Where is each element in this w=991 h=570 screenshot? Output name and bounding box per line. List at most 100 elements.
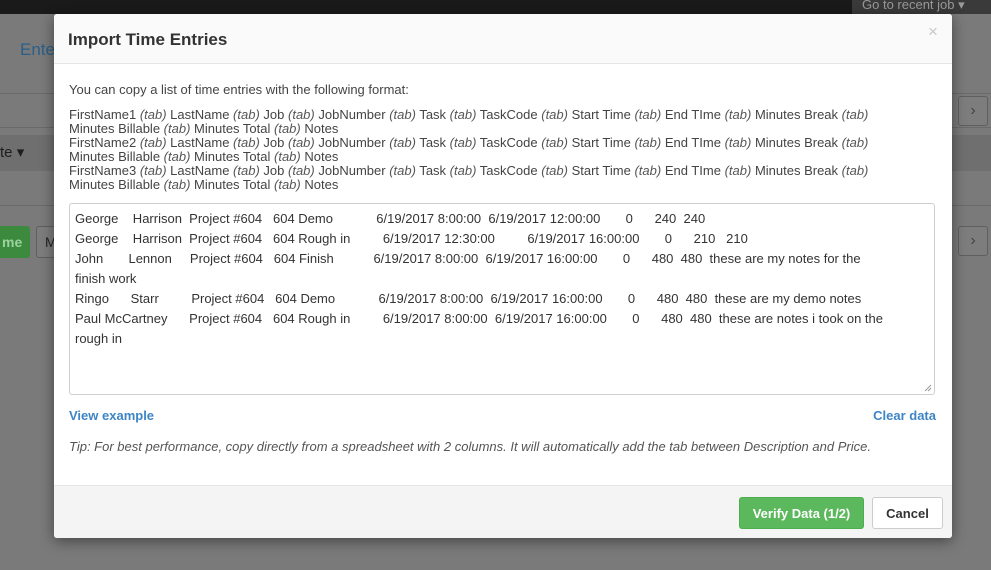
format-tab-marker: (tab) [288,135,315,150]
time-entry-line: Paul McCartney Project #604 604 Rough in… [75,311,883,326]
time-entry-line: George Harrison Project #604 604 Demo 6/… [75,211,706,226]
format-field: FirstName2 [69,135,137,150]
clear-data-link[interactable]: Clear data [873,408,936,423]
format-field: Minutes Total [194,177,271,192]
format-field: Notes [304,121,339,136]
format-tab-marker: (tab) [634,107,662,122]
format-tab-marker: (tab) [634,163,662,178]
verify-data-button[interactable]: Verify Data (1/2) [739,497,864,529]
format-tab-marker: (tab) [449,107,477,122]
format-line: Minutes Billable (tab) Minutes Total (ta… [69,122,939,136]
format-field: TaskCode [479,135,538,150]
format-line: Minutes Billable (tab) Minutes Total (ta… [69,178,939,192]
format-tab-marker: (tab) [724,107,752,122]
chevron-right-icon[interactable]: › [958,226,988,256]
format-field: Start Time [571,107,631,122]
format-tab-marker: (tab) [274,121,301,136]
format-tab-marker: (tab) [288,107,315,122]
format-field: Task [419,107,447,122]
format-field: Start Time [571,163,631,178]
filter-select[interactable]: te ▾ [0,140,30,166]
format-field: Minutes Break [754,135,839,150]
format-tab-marker: (tab) [139,163,167,178]
resize-handle-icon[interactable] [924,384,932,392]
format-field: Minutes Billable [69,177,161,192]
modal-footer: Verify Data (1/2) Cancel [54,485,952,538]
modal-title: Import Time Entries [68,30,228,49]
format-tab-marker: (tab) [139,107,167,122]
time-entries-textarea[interactable]: George Harrison Project #604 604 Demo 6/… [69,203,935,395]
chevron-down-icon: ▾ [16,144,25,161]
format-field: Notes [304,177,339,192]
format-field: JobNumber [318,107,386,122]
time-entries-content: George Harrison Project #604 604 Demo 6/… [70,204,934,354]
format-tab-marker: (tab) [449,163,477,178]
format-field: LastName [170,135,230,150]
format-field: End TIme [664,107,721,122]
format-field: JobNumber [318,135,386,150]
format-line: FirstName3 (tab) LastName (tab) Job (tab… [69,164,939,178]
time-entry-line: Ringo Starr Project #604 604 Demo 6/19/2… [75,291,862,306]
format-tab-marker: (tab) [274,177,301,192]
format-tab-marker: (tab) [163,149,191,164]
format-field: Minutes Total [194,149,271,164]
format-field: TaskCode [479,107,538,122]
format-field: End TIme [664,135,721,150]
format-tab-marker: (tab) [274,149,301,164]
time-entry-line: George Harrison Project #604 604 Rough i… [75,231,748,246]
time-entry-line: John Lennon Project #604 604 Finish 6/19… [75,251,861,266]
format-tab-marker: (tab) [389,107,416,122]
format-tab-marker: (tab) [541,135,568,150]
format-tab-marker: (tab) [634,135,662,150]
format-tab-marker: (tab) [389,163,416,178]
format-field: Job [263,107,285,122]
format-tab-marker: (tab) [541,107,568,122]
recent-job-button[interactable]: Go to recent job ▾ [852,0,991,14]
format-field: Job [263,163,285,178]
format-field: Start Time [571,135,631,150]
format-field: LastName [170,107,230,122]
format-tab-marker: (tab) [389,135,416,150]
page-title: Ente [20,40,55,59]
format-field: Job [263,135,285,150]
format-field: TaskCode [479,163,538,178]
format-field: LastName [170,163,230,178]
format-tab-marker: (tab) [724,135,752,150]
time-button[interactable]: me [0,226,30,258]
view-example-link[interactable]: View example [69,408,154,423]
format-tab-marker: (tab) [163,121,191,136]
format-intro: You can copy a list of time entries with… [69,82,409,97]
format-tab-marker: (tab) [841,163,869,178]
format-field: End TIme [664,163,721,178]
format-field: Minutes Billable [69,149,161,164]
modal-header: Import Time Entries × [54,14,952,64]
format-tab-marker: (tab) [288,163,315,178]
format-tab-marker: (tab) [841,135,869,150]
format-tab-marker: (tab) [233,107,260,122]
chevron-down-icon: ▾ [958,0,965,12]
format-tab-marker: (tab) [449,135,477,150]
format-field: FirstName3 [69,163,137,178]
format-line: FirstName2 (tab) LastName (tab) Job (tab… [69,136,939,150]
format-field: Task [419,163,447,178]
format-field: Minutes Total [194,121,271,136]
close-icon[interactable]: × [924,23,942,41]
format-field: FirstName1 [69,107,137,122]
format-field: Minutes Billable [69,121,161,136]
format-tab-marker: (tab) [139,135,167,150]
format-tab-marker: (tab) [541,163,568,178]
format-field: Notes [304,149,339,164]
format-tab-marker: (tab) [724,163,752,178]
format-field: JobNumber [318,163,386,178]
format-line: FirstName1 (tab) LastName (tab) Job (tab… [69,108,939,122]
format-tab-marker: (tab) [233,135,260,150]
format-field: Task [419,135,447,150]
format-field: Minutes Break [754,163,839,178]
cancel-button[interactable]: Cancel [872,497,943,529]
recent-job-label: Go to recent job [862,0,955,12]
chevron-right-icon[interactable]: › [958,96,988,126]
format-field: Minutes Break [754,107,839,122]
filter-select-label: te [0,144,13,161]
import-time-entries-modal: Import Time Entries × You can copy a lis… [54,14,952,538]
format-tab-marker: (tab) [163,177,191,192]
